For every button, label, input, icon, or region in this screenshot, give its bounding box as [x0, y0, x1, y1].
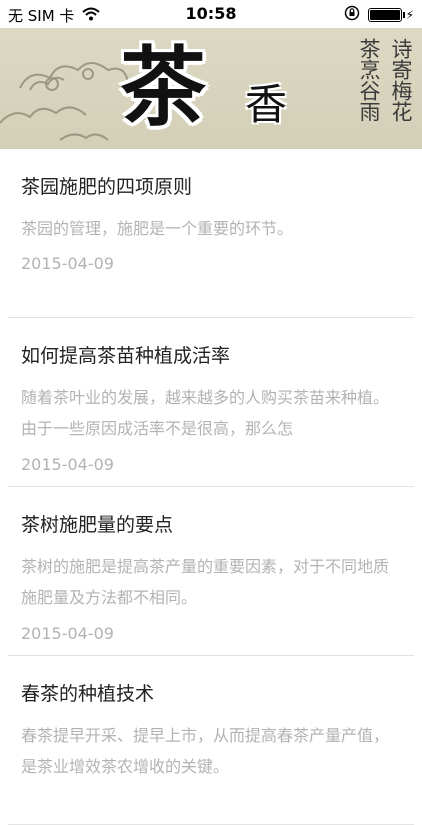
- poem-column: 茶烹谷雨: [357, 38, 381, 122]
- article-summary: 茶树的施肥是提高茶产量的重要因素，对于不同地质施肥量及方法都不相同。: [21, 557, 390, 607]
- article-title: 春茶的种植技术: [21, 683, 155, 705]
- battery-icon: [367, 8, 405, 22]
- article-item[interactable]: 春茶的种植技术 春茶提早开采、提早上市，从而提高春茶产量产值，是茶业增效茶农增收…: [0, 656, 422, 825]
- article-date: 2015-04-09: [21, 624, 114, 643]
- banner: 茶 香 诗寄梅花 茶烹谷雨: [0, 28, 422, 149]
- article-item[interactable]: 茶园施肥的四项原则 茶园的管理，施肥是一个重要的环节。 2015-04-09: [0, 149, 422, 318]
- battery-level: [369, 10, 400, 20]
- banner-title: 茶: [120, 37, 206, 138]
- article-summary: 春茶提早开采、提早上市，从而提高春茶产量产值，是茶业增效茶农增收的关键。: [21, 726, 390, 776]
- poem-column: 诗寄梅花: [389, 38, 413, 122]
- article-item[interactable]: 茶树施肥量的要点 茶树的施肥是提高茶产量的重要因素，对于不同地质施肥量及方法都不…: [0, 487, 422, 656]
- article-title: 如何提高茶苗种植成活率: [21, 345, 231, 367]
- article-title: 茶树施肥量的要点: [21, 514, 174, 536]
- article-title: 茶园施肥的四项原则: [21, 176, 193, 198]
- article-summary: 随着茶叶业的发展，越来越多的人购买茶苗来种植。由于一些原因成活率不是很高，那么怎: [21, 388, 390, 438]
- banner-poem: 诗寄梅花 茶烹谷雨: [200, 38, 414, 122]
- rotation-lock-icon: [344, 5, 360, 25]
- article-item[interactable]: 如何提高茶苗种植成活率 随着茶叶业的发展，越来越多的人购买茶苗来种植。由于一些原…: [0, 318, 422, 487]
- charging-bolt-icon: ⚡: [405, 8, 414, 22]
- article-summary: 茶园的管理，施肥是一个重要的环节。: [21, 219, 294, 238]
- article-date: 2015-04-09: [21, 455, 114, 474]
- article-list: 茶园施肥的四项原则 茶园的管理，施肥是一个重要的环节。 2015-04-09 如…: [0, 149, 422, 825]
- status-bar: 无 SIM 卡 10:58 ⚡: [0, 0, 422, 28]
- status-right: ⚡: [344, 5, 414, 25]
- article-date: 2015-04-09: [21, 254, 114, 273]
